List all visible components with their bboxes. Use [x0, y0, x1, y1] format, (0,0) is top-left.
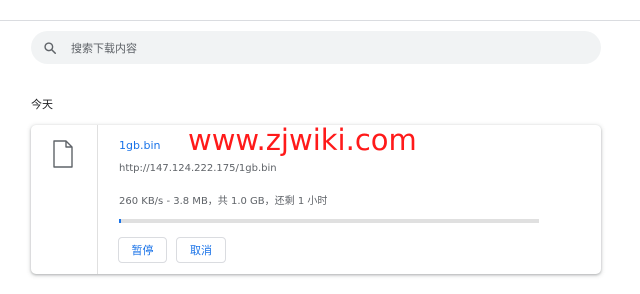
download-progress-fill: [119, 219, 121, 223]
search-input[interactable]: 搜索下载内容: [71, 40, 137, 56]
file-icon: [52, 140, 74, 172]
watermark-text: www.zjwiki.com: [188, 123, 417, 157]
download-progress-bar: [119, 219, 539, 223]
pause-button[interactable]: 暂停: [118, 237, 167, 263]
download-icon-column: [31, 125, 98, 274]
top-toolbar: [0, 0, 640, 21]
download-status: 260 KB/s - 3.8 MB，共 1.0 GB，还剩 1 小时: [119, 196, 328, 207]
search-icon: [43, 41, 57, 55]
date-group-label: 今天: [31, 98, 53, 111]
cancel-button[interactable]: 取消: [176, 237, 226, 263]
file-source-url: http://147.124.222.175/1gb.bin: [119, 163, 277, 174]
file-name-link[interactable]: 1gb.bin: [119, 139, 160, 152]
search-box[interactable]: 搜索下载内容: [31, 31, 601, 64]
